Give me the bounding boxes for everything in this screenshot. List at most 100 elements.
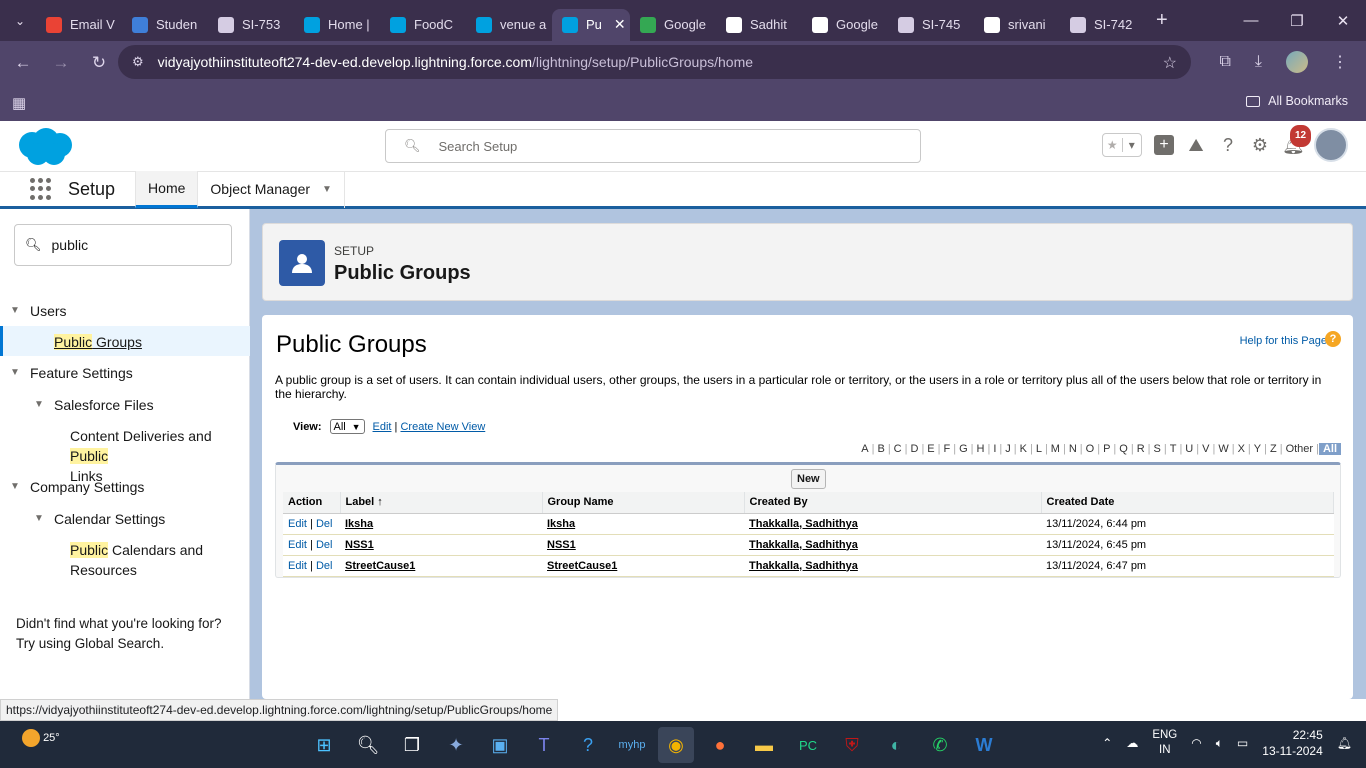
group-label-link[interactable]: NSS1 [345, 539, 374, 551]
global-actions-icon[interactable]: + [1154, 135, 1174, 155]
chevron-down-icon[interactable]: ▼ [10, 301, 20, 321]
sidebar-item-company-settings[interactable]: ▼ Company Settings [10, 477, 144, 497]
word-icon[interactable]: W [966, 727, 1002, 763]
chrome-icon[interactable]: ◉ [658, 727, 694, 763]
search-icon[interactable]: 🔍︎ [350, 727, 386, 763]
favorites-button[interactable]: ★ ▾ [1102, 133, 1142, 157]
language-indicator[interactable]: ENG IN [1152, 728, 1177, 758]
alphabet-filter-item[interactable]: P [1100, 443, 1113, 455]
sidebar-item-feature-settings[interactable]: ▼ Feature Settings [10, 363, 133, 383]
mcafee-icon[interactable]: ⛨ [834, 727, 870, 763]
alphabet-filter-item[interactable]: B [874, 443, 887, 455]
help-icon[interactable]: ? [1325, 331, 1341, 347]
volume-icon[interactable]: 🔈︎ [1216, 736, 1223, 751]
create-new-view-link[interactable]: Create New View [400, 421, 485, 433]
alphabet-filter-item[interactable]: J [1002, 443, 1014, 455]
sidebar-item-public-calendars[interactable]: Public Calendars and Resources [70, 540, 245, 580]
help-app-icon[interactable]: ? [570, 727, 606, 763]
alphabet-filter-item[interactable]: T [1167, 443, 1180, 455]
menu-icon[interactable]: ⋮ [1332, 52, 1348, 72]
alphabet-filter-item[interactable]: I [990, 443, 999, 455]
browser-tab[interactable]: Google [630, 9, 716, 41]
alphabet-filter-item[interactable]: Y [1251, 443, 1264, 455]
alphabet-filter-item[interactable]: F [941, 443, 954, 455]
tab-object-manager[interactable]: Object Manager ▼ [198, 170, 345, 208]
browser-tab[interactable]: SI-745 [888, 9, 974, 41]
teams-icon[interactable]: T [526, 727, 562, 763]
alphabet-filter-item[interactable]: U [1182, 443, 1196, 455]
notifications-bell-icon[interactable]: 🔔︎12 [1282, 125, 1312, 155]
new-group-button[interactable]: New [791, 469, 826, 489]
alphabet-filter-item[interactable]: O [1083, 443, 1098, 455]
group-label-link[interactable]: Iksha [345, 518, 373, 530]
store-icon[interactable]: ▣ [482, 727, 518, 763]
browser-tab[interactable]: Pu ✕ [552, 8, 630, 41]
help-icon[interactable]: ? [1218, 135, 1238, 155]
alphabet-filter-item[interactable]: E [924, 443, 937, 455]
myhp-icon[interactable]: myhp [614, 727, 650, 763]
browser-tab[interactable]: Email V [36, 9, 122, 41]
file-explorer-icon[interactable]: ▬ [746, 727, 782, 763]
browser-tab[interactable]: Google [802, 9, 888, 41]
alphabet-filter-item[interactable]: A [858, 443, 871, 455]
setup-search-input[interactable]: 🔍︎ Search Setup [385, 129, 921, 163]
download-icon[interactable]: ⤓ [1255, 53, 1262, 71]
chevron-down-icon[interactable]: ▼ [34, 395, 44, 415]
sidebar-item-public-groups[interactable]: Public Groups [54, 332, 142, 352]
reload-icon[interactable]: ↻ [80, 53, 118, 73]
wifi-icon[interactable]: ◠ [1191, 736, 1201, 750]
url-bar[interactable]: ⚙ vidyajyothiinstituteoft274-dev-ed.deve… [118, 45, 1191, 79]
group-name-link[interactable]: NSS1 [547, 539, 576, 551]
alphabet-filter-item[interactable]: Other [1283, 443, 1317, 455]
chevron-down-icon[interactable]: ▼ [10, 363, 20, 383]
alphabet-filter-item[interactable]: H [974, 443, 988, 455]
browser-tab[interactable]: SI-753 [208, 9, 294, 41]
extensions-icon[interactable]: ⧉ [1219, 53, 1230, 71]
all-bookmarks-button[interactable]: All Bookmarks [1246, 94, 1348, 108]
browser-tab[interactable]: Studen [122, 9, 208, 41]
notification-icon[interactable]: 🔔︎ [1337, 736, 1352, 750]
tab-search-button[interactable]: ⌄ [4, 7, 36, 35]
start-icon[interactable]: ⊞ [306, 727, 342, 763]
column-created-by[interactable]: Created By [744, 492, 1042, 514]
alphabet-filter-item[interactable]: Z [1267, 443, 1280, 455]
chevron-down-icon[interactable]: ▾ [1121, 138, 1142, 152]
group-name-link[interactable]: StreetCause1 [547, 560, 617, 572]
close-tab-icon[interactable]: ✕ [614, 16, 626, 33]
view-select[interactable]: All ▼ [329, 419, 365, 434]
edit-action-link[interactable]: Edit [288, 518, 307, 530]
group-name-link[interactable]: Iksha [547, 518, 575, 530]
browser-tab[interactable]: srivani [974, 9, 1060, 41]
clock[interactable]: 22:45 13-11-2024 [1262, 727, 1323, 759]
sidebar-item-users[interactable]: ▼ Users [10, 301, 67, 321]
trailhead-icon[interactable]: ⛰ [1186, 135, 1206, 155]
minimize-button[interactable]: — [1228, 12, 1274, 29]
alphabet-filter-item[interactable]: L [1033, 443, 1045, 455]
alphabet-filter-item[interactable]: V [1199, 443, 1212, 455]
copilot-icon[interactable]: ✦ [438, 727, 474, 763]
gear-icon[interactable]: ⚙ [1250, 135, 1270, 155]
restore-button[interactable]: ❐ [1274, 12, 1320, 30]
salesforce-logo[interactable] [16, 127, 74, 167]
browser-tab[interactable]: venue a [466, 9, 552, 41]
back-icon[interactable]: ← [4, 53, 42, 73]
edit-action-link[interactable]: Edit [288, 560, 307, 572]
chevron-down-icon[interactable]: ▼ [10, 477, 20, 497]
created-by-link[interactable]: Thakkalla, Sadhithya [749, 518, 858, 530]
weather-widget[interactable]: 25° [22, 729, 60, 747]
close-window-button[interactable]: ✕ [1320, 12, 1366, 30]
forward-icon[interactable]: → [42, 53, 80, 73]
column-group-name[interactable]: Group Name [542, 492, 745, 514]
firefox-icon[interactable]: ● [702, 727, 738, 763]
delete-action-link[interactable]: Del [316, 560, 333, 572]
delete-action-link[interactable]: Del [316, 518, 333, 530]
created-by-link[interactable]: Thakkalla, Sadhithya [749, 539, 858, 551]
alphabet-filter-item[interactable]: D [907, 443, 921, 455]
alphabet-filter-item[interactable]: C [891, 443, 905, 455]
column-label[interactable]: Label ↑ [340, 492, 543, 514]
alphabet-filter-item[interactable]: X [1235, 443, 1248, 455]
app-launcher-icon[interactable] [30, 178, 52, 200]
alphabet-filter-item[interactable]: N [1066, 443, 1080, 455]
help-for-page-link[interactable]: Help for this Page [1240, 335, 1327, 347]
site-info-icon[interactable]: ⚙ [132, 54, 144, 70]
